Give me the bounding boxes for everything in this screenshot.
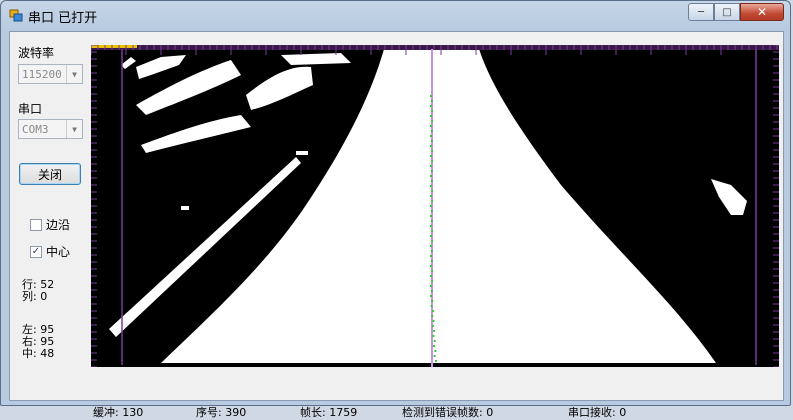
center-point (433, 340, 436, 342)
frame-length-status: 帧长: 1759 (300, 406, 358, 419)
col-stat: 列: 0 (22, 291, 47, 303)
center-checkbox[interactable]: ✓ 中心 (30, 243, 70, 260)
center-point (432, 320, 435, 322)
top-ruler (91, 45, 779, 50)
center-point (433, 355, 436, 357)
buffer-status: 缓冲: 130 (93, 406, 144, 419)
sequence-status: 序号: 390 (196, 406, 247, 419)
chevron-down-icon[interactable]: ▼ (66, 65, 82, 83)
dash-1 (296, 151, 308, 155)
center-point (430, 205, 432, 207)
center-point (434, 350, 437, 352)
center-point (431, 110, 433, 112)
center-point (430, 305, 433, 307)
center-point (431, 260, 433, 262)
blob-5 (281, 53, 351, 65)
edge-checkbox[interactable]: 边沿 (30, 216, 70, 233)
center-point (431, 130, 433, 132)
center-point (430, 245, 432, 247)
center-point (430, 235, 432, 237)
center-point (430, 225, 432, 227)
close-port-button[interactable]: 关闭 (19, 163, 81, 185)
center-point (431, 280, 433, 282)
center-point (434, 360, 437, 362)
serial-receive-status: 串口接收: 0 (568, 406, 627, 419)
center-point (431, 250, 433, 252)
center-point (430, 265, 432, 267)
center-point (430, 195, 432, 197)
center-point (431, 310, 434, 312)
center-checkbox-label: 中心 (46, 245, 71, 259)
baud-select[interactable]: 115200 ▼ (18, 64, 83, 84)
baud-label: 波特率 (18, 46, 55, 60)
maximize-icon: □ (722, 6, 732, 18)
center-point (430, 215, 432, 217)
baud-value: 115200 (22, 68, 62, 81)
client-area: 波特率 115200 ▼ 串口 COM3 ▼ 关闭 边沿 ✓ 中心 行: 52 … (9, 31, 784, 419)
center-point (431, 210, 433, 212)
mid-label: 中: (22, 347, 37, 360)
checkmark-icon: ✓ (31, 245, 41, 257)
center-point (430, 105, 432, 107)
center-point (431, 240, 433, 242)
edge-checkbox-label: 边沿 (46, 218, 71, 232)
center-point (431, 315, 434, 317)
center-point (432, 335, 435, 337)
center-point (430, 115, 432, 117)
edge-checkbox-box[interactable] (30, 218, 42, 231)
center-point (431, 190, 433, 192)
camera-image-view[interactable] (91, 45, 779, 367)
port-value: COM3 (22, 123, 49, 136)
center-point (433, 345, 435, 347)
close-window-button[interactable]: ✕ (740, 3, 784, 21)
port-select[interactable]: COM3 ▼ (18, 119, 83, 139)
center-point (430, 165, 432, 167)
minimize-icon: ─ (697, 6, 705, 18)
center-point (431, 300, 434, 302)
window-controls: ─ □ ✕ (688, 3, 784, 21)
mid-stat: 中: 48 (22, 348, 54, 360)
center-point (431, 170, 433, 172)
maximize-button[interactable]: □ (714, 3, 740, 21)
center-point (430, 275, 432, 277)
center-point (430, 155, 432, 157)
center-point (431, 230, 433, 232)
center-point (431, 120, 433, 122)
dash-2 (181, 206, 189, 210)
center-point (431, 100, 433, 102)
center-point (431, 150, 433, 152)
mid-value: 48 (40, 347, 55, 360)
center-point (431, 180, 433, 182)
app-icon (9, 9, 23, 22)
center-point (431, 160, 433, 162)
center-point (430, 185, 432, 187)
error-frames-status: 检测到错误帧数: 0 (402, 406, 494, 419)
col-value: 0 (40, 290, 48, 303)
center-point (430, 295, 432, 297)
col-label: 列: (22, 290, 37, 303)
center-point (433, 330, 436, 332)
center-point (430, 175, 432, 177)
port-label: 串口 (18, 102, 43, 116)
center-point (431, 270, 433, 272)
center-point (430, 125, 432, 127)
center-point (430, 95, 432, 97)
center-point (430, 135, 432, 137)
close-icon: ✕ (756, 5, 768, 19)
center-point (431, 140, 433, 142)
center-point (430, 145, 432, 147)
minimize-button[interactable]: ─ (688, 3, 714, 21)
center-point (430, 255, 432, 257)
title-bar[interactable]: 串口 已打开 ─ □ ✕ (1, 1, 790, 29)
center-point (431, 220, 433, 222)
center-checkbox-box[interactable]: ✓ (30, 245, 42, 258)
center-point (431, 325, 434, 327)
center-point (430, 285, 432, 287)
main-window: 串口 已打开 ─ □ ✕ 波特率 115200 ▼ 串口 COM3 ▼ 关闭 边… (0, 0, 791, 419)
window-title: 串口 已打开 (28, 11, 98, 26)
center-point (431, 290, 433, 292)
chevron-down-icon[interactable]: ▼ (66, 120, 82, 138)
center-point (431, 200, 433, 202)
